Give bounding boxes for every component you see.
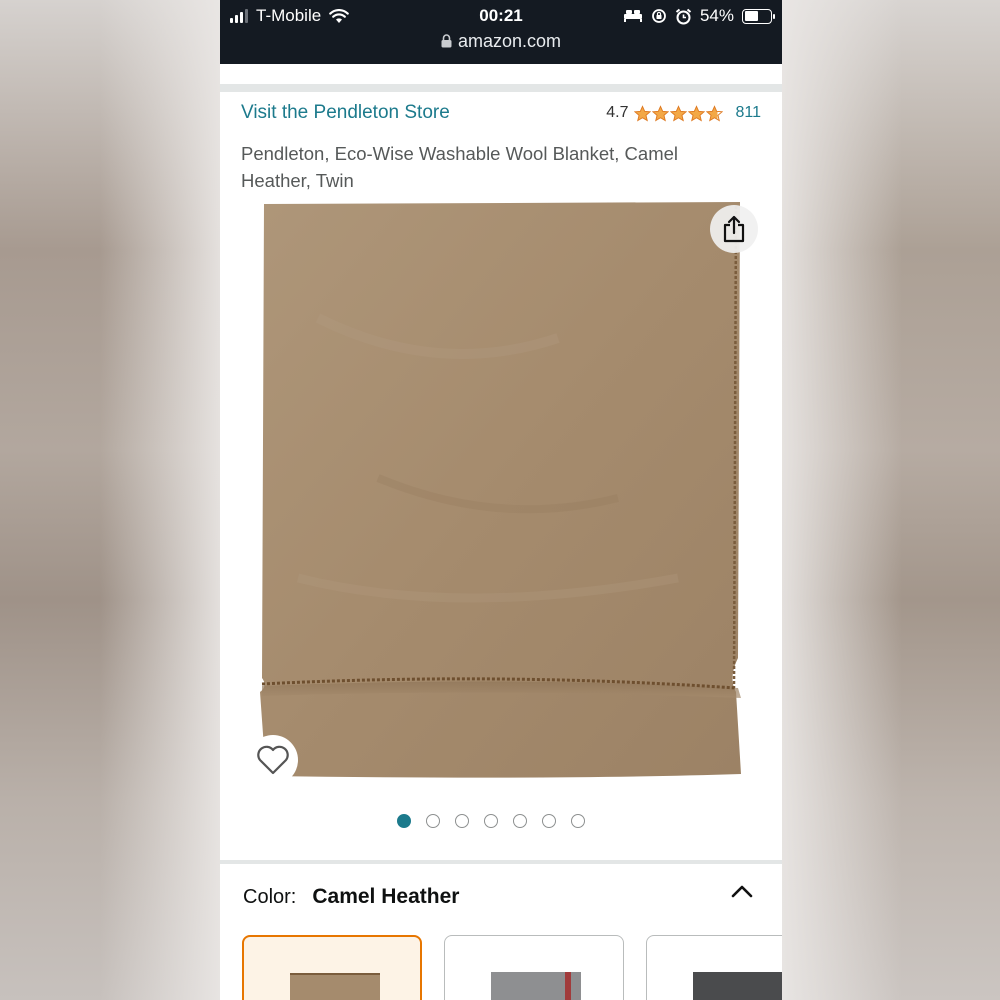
carousel-dot[interactable] [542, 814, 556, 828]
color-swatch-charcoal[interactable] [646, 935, 782, 1000]
color-swatch-grey[interactable] [444, 935, 624, 1000]
rating-summary[interactable]: 4.7 811 [606, 104, 761, 122]
address-bar[interactable]: amazon.com [220, 31, 782, 52]
alarm-icon [675, 8, 692, 24]
grey-blanket-thumbnail [491, 972, 581, 1000]
section-divider [220, 860, 782, 864]
selected-color: Camel Heather [312, 885, 460, 908]
share-button[interactable] [710, 205, 758, 253]
product-title: Pendleton, Eco-Wise Washable Wool Blanke… [241, 143, 679, 191]
share-icon [723, 215, 745, 243]
background-blur-right [782, 0, 1000, 1000]
carousel-dot[interactable] [513, 814, 527, 828]
carousel-dot[interactable] [397, 814, 411, 828]
status-bar: T-Mobile 00:21 54% amazon.com [220, 0, 782, 64]
rating-value: 4.7 [606, 104, 629, 121]
chevron-up-icon[interactable] [731, 884, 753, 898]
carousel-dot[interactable] [455, 814, 469, 828]
star-icon [706, 104, 724, 122]
carousel-dot[interactable] [426, 814, 440, 828]
color-label: Color: [243, 885, 297, 908]
star-icon [670, 104, 688, 122]
rating-count[interactable]: 811 [735, 104, 761, 122]
battery-level-fill [744, 11, 758, 21]
carousel-dot[interactable] [571, 814, 585, 828]
top-divider [220, 84, 782, 92]
charcoal-blanket-thumbnail [693, 972, 782, 1000]
url-text: amazon.com [457, 31, 562, 51]
camel-blanket-thumbnail [290, 973, 380, 1000]
color-selector-header[interactable]: Color: Camel Heather [243, 880, 763, 914]
star-icon [688, 104, 706, 122]
star-rating [634, 104, 724, 122]
image-carousel-dots [220, 814, 782, 830]
star-icon [634, 104, 652, 122]
sleep-bed-icon [623, 10, 642, 22]
color-swatch-camel-heather[interactable] [242, 935, 422, 1000]
star-icon [652, 104, 670, 122]
phone-screen: T-Mobile 00:21 54% amazon.com Visit the … [220, 0, 782, 1000]
background-blur-left [0, 0, 220, 1000]
orientation-lock-icon [652, 9, 666, 23]
carousel-dot[interactable] [484, 814, 498, 828]
store-row: Visit the Pendleton Store 4.7 811 [241, 100, 761, 126]
product-image[interactable] [258, 198, 744, 784]
wishlist-button[interactable] [248, 735, 298, 785]
visit-store-link[interactable]: Visit the Pendleton Store [241, 102, 450, 124]
heart-icon [257, 745, 289, 775]
battery-percent: 54% [699, 6, 734, 25]
status-icons: 54% [623, 5, 775, 27]
battery-icon [742, 8, 775, 24]
lock-icon [441, 34, 452, 48]
